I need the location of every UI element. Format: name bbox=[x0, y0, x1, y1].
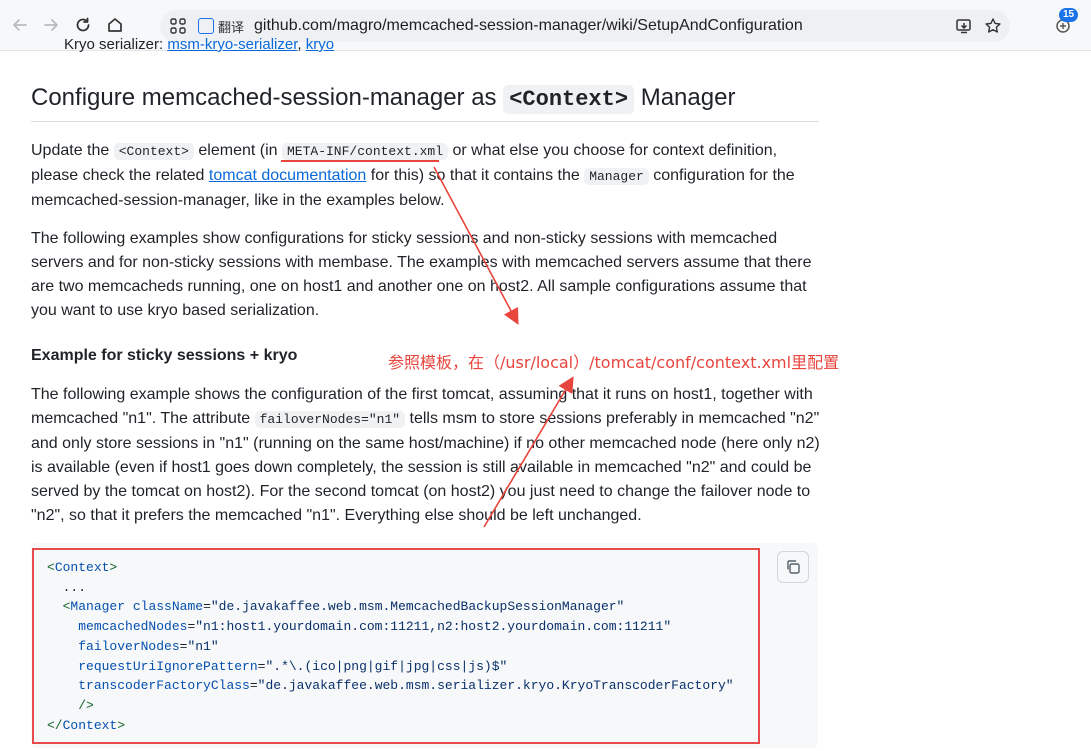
extension-badge-count: 15 bbox=[1059, 8, 1079, 22]
back-button[interactable] bbox=[6, 11, 34, 39]
reload-button[interactable] bbox=[69, 11, 97, 39]
copy-button[interactable] bbox=[777, 551, 809, 583]
link-msm-kryo-serializer[interactable]: msm-kryo-serializer bbox=[167, 36, 297, 52]
link-tomcat-documentation[interactable]: tomcat documentation bbox=[209, 167, 366, 184]
reload-icon bbox=[76, 17, 90, 32]
translate-icon bbox=[198, 18, 214, 34]
install-app-icon[interactable] bbox=[955, 17, 973, 35]
paragraph-examples-intro: The following examples show configuratio… bbox=[31, 230, 812, 319]
heading-divider bbox=[31, 121, 819, 122]
heading-code: <Context> bbox=[503, 85, 635, 114]
link-kryo[interactable]: kryo bbox=[306, 36, 334, 52]
home-button[interactable] bbox=[101, 11, 129, 39]
translate-label: 翻译 bbox=[218, 19, 245, 35]
paragraph-update-context: Update the <Context> element (in META-IN… bbox=[31, 142, 795, 209]
arrow-right-icon bbox=[44, 19, 58, 31]
translate-button[interactable]: 翻译 bbox=[198, 15, 244, 37]
bookmark-star-icon[interactable] bbox=[984, 17, 1002, 35]
code-meta-inf-context: META-INF/context.xml bbox=[282, 143, 449, 160]
arrow-left-icon bbox=[13, 19, 27, 31]
copy-icon bbox=[787, 560, 800, 574]
paragraph-sticky-example: The following example shows the configur… bbox=[31, 386, 820, 524]
home-icon bbox=[108, 18, 122, 32]
annotation-note: 参照模板，在（/usr/local）/tomcat/conf/context.x… bbox=[388, 353, 840, 372]
previous-list-item: Kryo serializer: msm-kryo-serializer, kr… bbox=[64, 36, 335, 52]
section-heading: Configure memcached-session-manager as <… bbox=[31, 84, 736, 114]
url-text: github.com/magro/memcached-session-manag… bbox=[254, 17, 803, 34]
code-content: <Context> ... <Manager className="de.jav… bbox=[47, 560, 734, 733]
subheading-sticky-kryo: Example for sticky sessions + kryo bbox=[31, 347, 298, 364]
apps-grid-icon bbox=[170, 18, 186, 34]
forward-button[interactable] bbox=[37, 11, 65, 39]
extension-button[interactable]: 15 bbox=[1054, 8, 1079, 42]
